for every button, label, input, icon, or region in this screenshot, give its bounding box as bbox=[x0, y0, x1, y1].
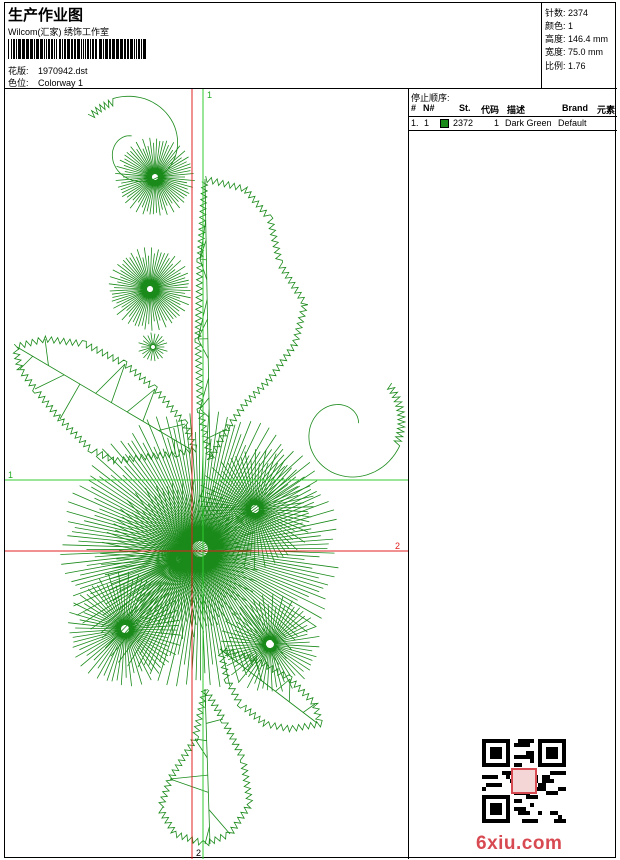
stat-stitches: 针数: 2374 bbox=[545, 6, 588, 19]
thread-color-swatch bbox=[440, 119, 449, 128]
guide-label-v2: 2 bbox=[196, 848, 201, 858]
row-idx: 1. bbox=[411, 118, 419, 128]
stop-sequence-table: # N# St. 代码 描述 Brand 元素 1. 1 2372 1 Dark… bbox=[409, 102, 617, 131]
table-row: 1. 1 2372 1 Dark Green Default bbox=[409, 117, 617, 131]
watermark-text: 6xiu.com bbox=[476, 833, 563, 854]
stat-width: 宽度: 75.0 mm bbox=[545, 45, 603, 58]
row-code: 1 bbox=[494, 118, 500, 128]
studio-name: Wilcom(汇家) 绣饰工作室 bbox=[8, 27, 109, 37]
stat-value: 1.76 bbox=[568, 61, 586, 71]
embroidery-preview: 1 2 1 2 bbox=[5, 89, 409, 859]
row-brand: Default bbox=[558, 118, 587, 128]
stat-height: 高度: 146.4 mm bbox=[545, 32, 608, 45]
stop-sequence-panel: 停止顺序: # N# St. 代码 描述 Brand 元素 1. 1 2372 … bbox=[409, 89, 617, 859]
col-desc: 描述 bbox=[507, 105, 526, 115]
col-brand: Brand bbox=[562, 103, 589, 113]
row-desc: Dark Green bbox=[505, 118, 552, 128]
sheet-title: 生产作业图 bbox=[8, 7, 84, 24]
stat-label: 针数: bbox=[545, 8, 566, 18]
stat-value: 75.0 mm bbox=[568, 47, 604, 57]
row-st: 2372 bbox=[453, 118, 474, 128]
stat-label: 颜色: bbox=[545, 21, 566, 31]
barcode bbox=[8, 39, 146, 59]
stat-label: 宽度: bbox=[545, 47, 566, 57]
col-n: N# bbox=[423, 103, 435, 113]
embroidery-stitches bbox=[12, 95, 407, 847]
stat-label: 高度: bbox=[545, 34, 566, 44]
stat-value: 1 bbox=[568, 21, 574, 31]
stat-label: 比例: bbox=[545, 61, 566, 71]
colorway-line: 色位: Colorway 1 bbox=[8, 76, 83, 89]
header-info: 生产作业图 Wilcom(汇家) 绣饰工作室 花版: 1970942.dst 色位… bbox=[5, 3, 542, 89]
col-elem: 元素 bbox=[597, 105, 616, 115]
production-sheet: 生产作业图 Wilcom(汇家) 绣饰工作室 花版: 1970942.dst 色位… bbox=[4, 2, 617, 859]
colorway-value: Colorway 1 bbox=[38, 78, 84, 88]
stat-value: 2374 bbox=[568, 8, 589, 18]
guide-label-h2: 2 bbox=[395, 541, 400, 551]
col-st: St. bbox=[459, 103, 471, 113]
row-n: 1 bbox=[424, 118, 430, 128]
embroidery-drawing: 1 2 1 2 bbox=[5, 89, 408, 859]
stats-box: 针数: 2374 颜色: 1 高度: 146.4 mm 宽度: 75.0 mm … bbox=[542, 3, 617, 89]
qr-code bbox=[482, 739, 566, 823]
design-file-value: 1970942.dst bbox=[38, 66, 88, 76]
table-header: # N# St. 代码 描述 Brand 元素 bbox=[409, 102, 617, 117]
stat-value: 146.4 mm bbox=[568, 34, 609, 44]
col-code: 代码 bbox=[481, 105, 500, 115]
guide-label-v1: 1 bbox=[207, 90, 212, 100]
guide-label-h1: 1 bbox=[8, 470, 13, 480]
stat-colors: 颜色: 1 bbox=[545, 19, 573, 32]
col-idx: # bbox=[411, 103, 417, 113]
colorway-label: 色位: bbox=[8, 78, 29, 88]
stat-scale: 比例: 1.76 bbox=[545, 59, 586, 72]
